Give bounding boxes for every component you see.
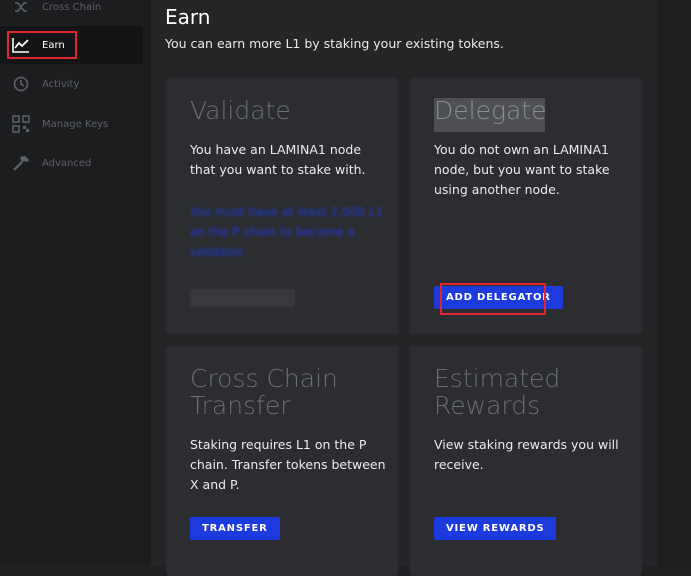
page-title: Earn [165, 5, 211, 29]
card-title-line2: Transfer [190, 391, 291, 420]
sidebar-item-label: Manage Keys [42, 118, 109, 130]
sidebar-item-label: Advanced [42, 157, 92, 169]
validator-requirement-warning: You must have at least 2,000 L1 on the P… [190, 205, 384, 259]
sidebar-item-activity[interactable]: Activity [0, 65, 143, 103]
card-description: Staking requires L1 on the P chain. Tran… [190, 437, 386, 492]
earn-highlight-box [7, 31, 77, 59]
card-description: View staking rewards you will receive. [434, 437, 619, 472]
shuffle-icon [12, 0, 30, 16]
card-description: You do not own an LAMINA1 node, but you … [434, 142, 610, 197]
validate-card: Validate You have an LAMINA1 node that y… [166, 78, 398, 334]
gutter [143, 0, 151, 566]
right-strip [657, 0, 691, 566]
sidebar-item-cross-chain[interactable]: Cross Chain [0, 0, 143, 26]
page-subtitle: You can earn more L1 by staking your exi… [165, 36, 504, 51]
card-title: Delegate [434, 96, 547, 125]
add-validator-button-disabled [190, 289, 295, 307]
sidebar-item-advanced[interactable]: Advanced [0, 144, 143, 182]
hammer-icon [12, 154, 30, 172]
history-icon [12, 75, 30, 93]
sidebar-item-manage-keys[interactable]: Manage Keys [0, 105, 143, 143]
rewards-card: Estimated Rewards View staking rewards y… [410, 346, 642, 576]
card-description: You have an LAMINA1 node that you want t… [190, 142, 366, 177]
transfer-button[interactable]: TRANSFER [190, 517, 280, 540]
qr-code-icon [12, 115, 30, 133]
sidebar-item-label: Cross Chain [42, 1, 102, 13]
card-title-line1: Cross Chain [190, 364, 338, 393]
card-title-line1: Estimated [434, 364, 561, 393]
sidebar-item-label: Activity [42, 78, 80, 90]
sidebar: Cross Chain Earn Activity Manage Keys Ad… [0, 0, 143, 566]
transfer-card: Cross Chain Transfer Staking requires L1… [166, 346, 398, 576]
add-delegator-highlight-box [440, 283, 546, 315]
view-rewards-button[interactable]: VIEW REWARDS [434, 517, 557, 540]
card-title: Validate [190, 96, 291, 125]
card-title-line2: Rewards [434, 391, 541, 420]
